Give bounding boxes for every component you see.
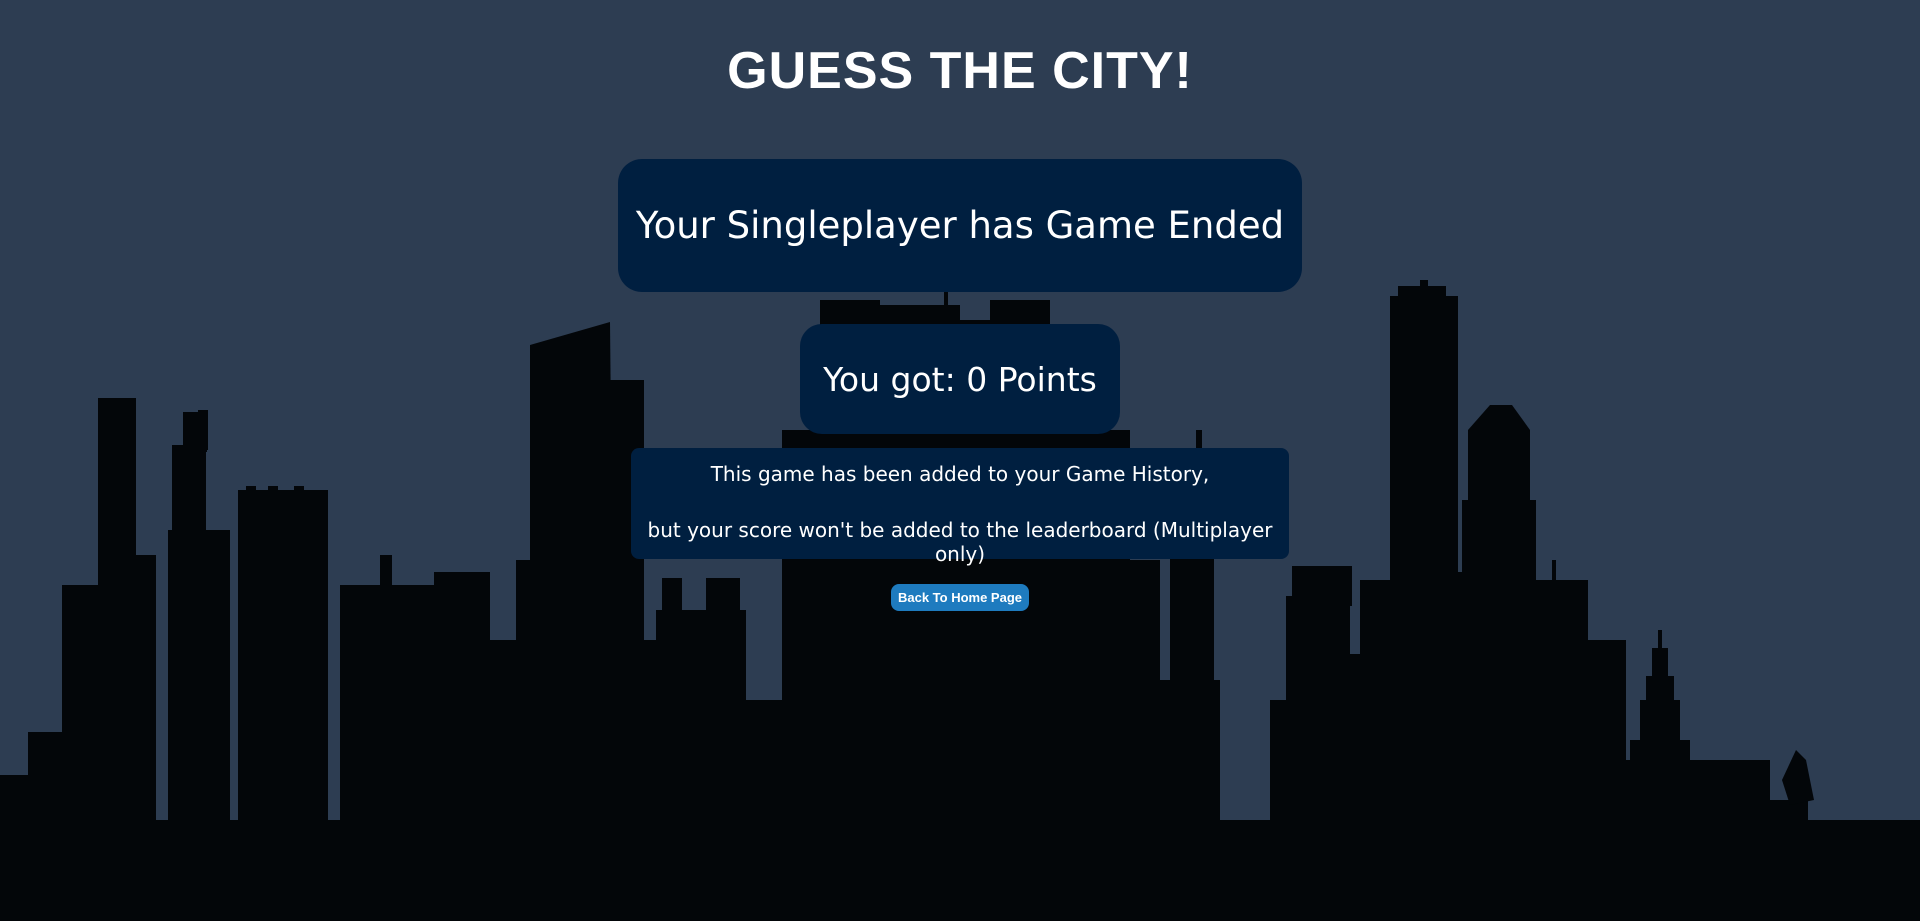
- game-ended-banner: Your Singleplayer has Game Ended: [618, 159, 1302, 292]
- page-title: GUESS THE CITY!: [727, 42, 1193, 100]
- notice-line-history: This game has been added to your Game Hi…: [710, 462, 1210, 486]
- notice-line-leaderboard: but your score won't be added to the lea…: [647, 518, 1273, 566]
- game-over-screen: GUESS THE CITY! Your Singleplayer has Ga…: [0, 0, 1920, 921]
- game-ended-text: Your Singleplayer has Game Ended: [635, 204, 1285, 247]
- game-history-notice: This game has been added to your Game Hi…: [631, 448, 1289, 566]
- score-panel: You got: 0 Points: [800, 324, 1120, 434]
- score-text: You got: 0 Points: [823, 359, 1097, 399]
- back-to-home-button[interactable]: Back To Home Page: [891, 584, 1029, 611]
